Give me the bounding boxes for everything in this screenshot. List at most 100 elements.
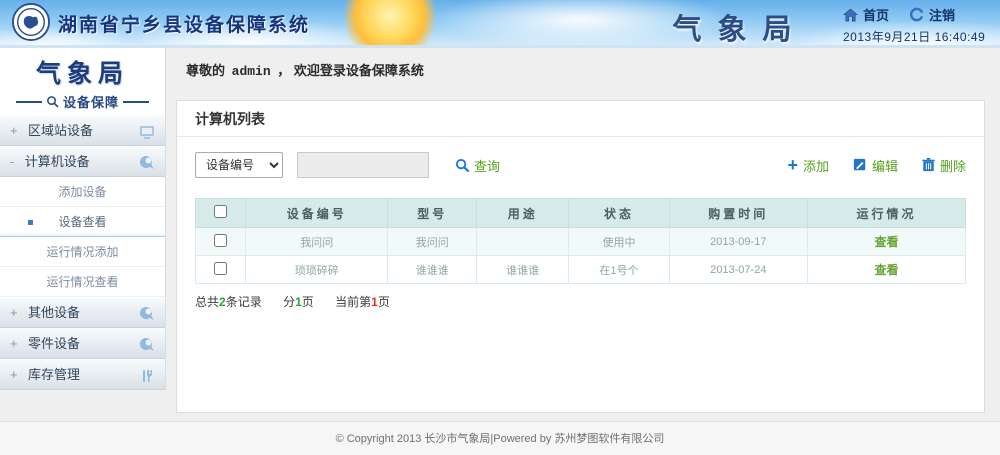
sun-decoration — [345, 0, 435, 45]
expand-plus-indicator: + — [10, 336, 18, 351]
cell-status: 使用中 — [569, 228, 669, 256]
agency-logo-icon — [12, 3, 50, 41]
logout-link[interactable]: 注销 — [929, 5, 955, 24]
sidebar-logo-title: 气象局 — [0, 54, 165, 90]
submenu-item-label: 设备查看 — [58, 215, 106, 229]
sidebar-item-label: 其他设备 — [28, 305, 80, 320]
submenu-item-label: 添加设备 — [58, 185, 106, 199]
row-checkbox[interactable] — [214, 234, 227, 247]
computer-devices-submenu: 添加设备 设备查看 运行情况添加 运行情况查看 — [0, 177, 165, 297]
query-button[interactable]: 查询 — [455, 156, 500, 175]
home-link[interactable]: 首页 — [863, 5, 889, 24]
sidebar-item-label: 计算机设备 — [25, 154, 90, 169]
cell-device-no: 我问问 — [246, 228, 388, 256]
chat-bubble-icon — [139, 306, 155, 322]
row-checkbox[interactable] — [214, 262, 227, 275]
col-header-device-no: 设备编号 — [246, 199, 388, 228]
chat-bubble-icon — [139, 155, 155, 171]
welcome-prefix: 尊敬的 — [186, 63, 225, 78]
table-header-row: 设备编号 型号 用途 状态 购置时间 运行情况 — [196, 199, 966, 228]
col-header-model: 型号 — [388, 199, 477, 228]
welcome-message: 尊敬的 admin ， 欢迎登录设备保障系统 — [186, 60, 424, 79]
cell-model: 我问问 — [388, 228, 477, 256]
search-icon — [455, 158, 470, 173]
welcome-suffix: ， 欢迎登录设备保障系统 — [277, 63, 424, 78]
current-datetime: 2013年9月21日 16:40:49 — [843, 28, 985, 45]
sidebar-logo: 气象局 设备保障 — [0, 48, 165, 115]
pagination: 总共2条记录 分1页 当前第1页 — [195, 293, 966, 310]
expand-plus-indicator: + — [10, 305, 18, 320]
toolbar: 设备编号 查询 + 添加 编辑 — [177, 137, 984, 190]
panel-title: 计算机列表 — [177, 101, 984, 137]
logout-icon — [909, 7, 924, 22]
pagination-current-page: 1 — [371, 295, 378, 309]
bureau-brand-title: 气象局 — [655, 6, 825, 45]
plus-icon: + — [787, 157, 798, 173]
pagination-total-prefix: 总共 — [195, 295, 219, 309]
sidebar-item-other-devices[interactable]: + 其他设备 — [0, 297, 165, 328]
logged-in-username: admin — [229, 64, 274, 79]
col-header-run-status: 运行情况 — [808, 199, 966, 228]
cell-usage — [477, 228, 569, 256]
current-time: 16:40:49 — [935, 30, 986, 44]
delete-button[interactable]: 删除 — [922, 156, 966, 175]
select-all-checkbox[interactable] — [214, 205, 227, 218]
delete-button-label: 删除 — [940, 156, 966, 175]
col-header-purchase-date: 购置时间 — [669, 199, 808, 228]
footer: © Copyright 2013 长沙市气象局|Powered by 苏州梦图软… — [0, 421, 1000, 455]
add-button-label: 添加 — [803, 156, 829, 175]
cell-status: 在1号个 — [569, 256, 669, 284]
pagination-current-prefix: 当前第 — [335, 295, 371, 309]
copyright-text: © Copyright 2013 长沙市气象局|Powered by 苏州梦图软… — [336, 433, 665, 445]
sidebar-logo-subtitle: 设备保障 — [63, 92, 119, 111]
add-button[interactable]: + 添加 — [787, 156, 829, 175]
top-header: 湖南省宁乡县设备保障系统 气象局 首页 注销 2013年9月21日 16:40:… — [0, 0, 1000, 45]
filter-field-select[interactable]: 设备编号 — [195, 152, 283, 178]
sidebar-item-parts-devices[interactable]: + 零件设备 — [0, 328, 165, 359]
submenu-item-add-device[interactable]: 添加设备 — [0, 177, 165, 207]
pagination-total-count: 2 — [219, 295, 226, 309]
submenu-item-view-run-status[interactable]: 运行情况查看 — [0, 267, 165, 297]
current-date: 2013年9月21日 — [843, 30, 931, 44]
search-badge-icon — [46, 95, 59, 108]
sidebar-item-label: 库存管理 — [28, 367, 80, 382]
expand-plus-indicator: + — [10, 123, 18, 138]
edit-button[interactable]: 编辑 — [853, 156, 898, 175]
query-button-label: 查询 — [474, 156, 500, 175]
sidebar-item-inventory-management[interactable]: + 库存管理 — [0, 359, 165, 390]
expand-plus-indicator: + — [10, 367, 18, 382]
home-icon — [843, 8, 858, 22]
trash-icon — [922, 158, 935, 172]
submenu-item-add-run-status[interactable]: 运行情况添加 — [0, 237, 165, 267]
submenu-item-label: 运行情况添加 — [46, 245, 118, 259]
cell-purchase-date: 2013-07-24 — [669, 256, 808, 284]
cell-purchase-date: 2013-09-17 — [669, 228, 808, 256]
pagination-current-suffix: 页 — [378, 295, 390, 309]
cell-usage: 谁谁谁 — [477, 256, 569, 284]
logo-rule-right — [123, 101, 149, 103]
edit-icon — [853, 158, 867, 172]
tools-icon — [139, 368, 155, 384]
submenu-item-label: 运行情况查看 — [46, 275, 118, 289]
search-input[interactable] — [297, 152, 429, 178]
active-bullet-icon — [28, 220, 33, 225]
sidebar-item-region-station-devices[interactable]: + 区域站设备 — [0, 115, 165, 146]
monitor-icon — [139, 124, 155, 140]
view-run-status-link[interactable]: 查看 — [875, 263, 899, 277]
sidebar-item-label: 零件设备 — [28, 336, 80, 351]
submenu-item-view-devices[interactable]: 设备查看 — [0, 207, 165, 237]
pagination-pages-count: 1 — [295, 295, 302, 309]
cell-device-no: 琐琐碎碎 — [246, 256, 388, 284]
col-header-usage: 用途 — [477, 199, 569, 228]
view-run-status-link[interactable]: 查看 — [875, 235, 899, 249]
sidebar: 气象局 设备保障 + 区域站设备 - 计算机设备 添加设 — [0, 48, 166, 390]
system-title: 湖南省宁乡县设备保障系统 — [58, 10, 310, 37]
pagination-pages-suffix: 页 — [302, 295, 314, 309]
sidebar-item-computer-devices[interactable]: - 计算机设备 — [0, 146, 165, 177]
pagination-total-suffix: 条记录 — [226, 295, 262, 309]
chat-bubble-icon — [139, 337, 155, 353]
col-header-status: 状态 — [569, 199, 669, 228]
table-row: 琐琐碎碎 谁谁谁 谁谁谁 在1号个 2013-07-24 查看 — [196, 256, 966, 284]
computer-list-panel: 计算机列表 设备编号 查询 + 添加 编辑 — [176, 100, 985, 413]
table-row: 我问问 我问问 使用中 2013-09-17 查看 — [196, 228, 966, 256]
